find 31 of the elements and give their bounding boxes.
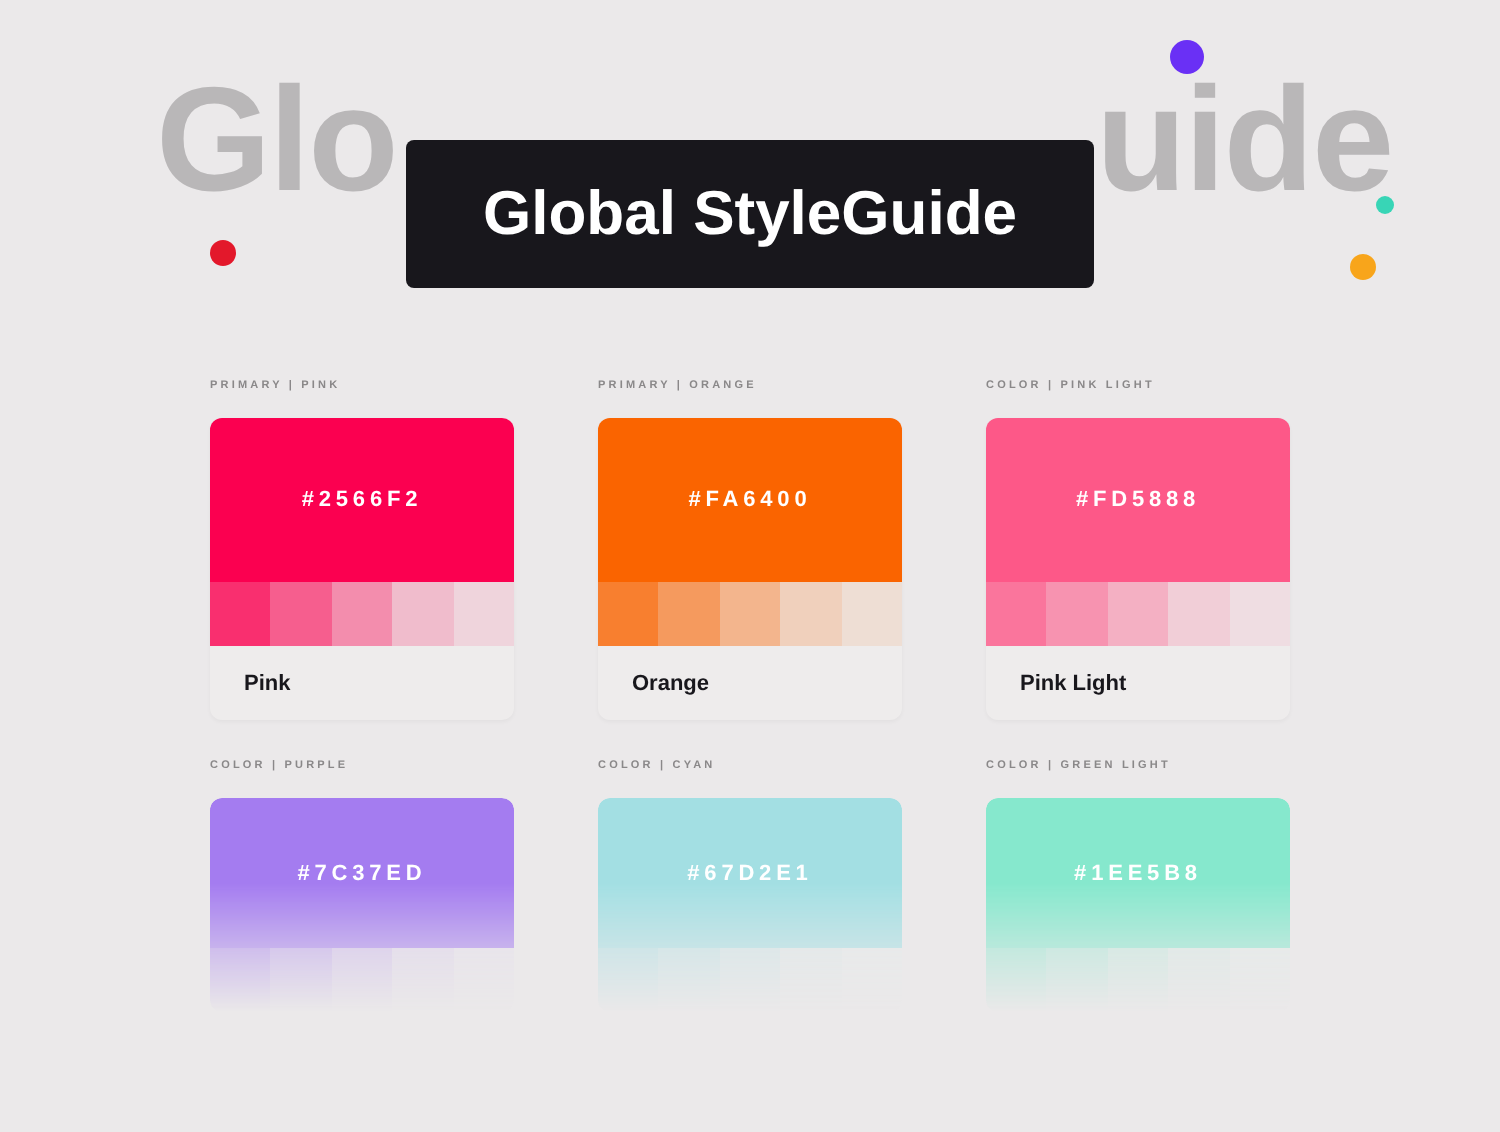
shade-swatch bbox=[1046, 582, 1108, 646]
color-swatch: #7C37ED bbox=[210, 798, 514, 948]
decorative-dot bbox=[1170, 40, 1204, 74]
shade-swatch bbox=[986, 582, 1047, 646]
decorative-dot bbox=[210, 240, 236, 266]
color-swatch: #67D2E1 bbox=[598, 798, 902, 948]
shade-swatch bbox=[780, 582, 842, 646]
shade-swatch bbox=[719, 582, 781, 646]
shade-swatch bbox=[658, 582, 720, 646]
title-banner: Global StyleGuide bbox=[406, 140, 1094, 288]
color-swatch: #FA6400 bbox=[598, 418, 902, 582]
shade-swatch bbox=[841, 582, 902, 646]
shade-swatch bbox=[331, 582, 393, 646]
shade-swatch bbox=[210, 948, 271, 1012]
color-swatch: #1EE5B8 bbox=[986, 798, 1290, 948]
decorative-dot bbox=[1350, 254, 1376, 280]
color-name: Pink bbox=[242, 669, 293, 699]
shade-swatch bbox=[986, 948, 1047, 1012]
color-swatch: #FD5888 bbox=[986, 418, 1290, 582]
shade-swatch bbox=[453, 582, 514, 646]
shade-swatch bbox=[1168, 582, 1230, 646]
shade-swatch bbox=[210, 582, 271, 646]
shade-swatch bbox=[392, 582, 454, 646]
color-name: Pink Light bbox=[1018, 669, 1129, 699]
shade-swatch bbox=[1107, 582, 1169, 646]
color-name: Orange bbox=[630, 669, 712, 699]
decorative-dot bbox=[1376, 196, 1394, 214]
color-swatch: #2566F2 bbox=[210, 418, 514, 582]
shade-swatch bbox=[598, 582, 659, 646]
shade-swatch bbox=[1229, 582, 1290, 646]
shade-swatch bbox=[270, 582, 332, 646]
